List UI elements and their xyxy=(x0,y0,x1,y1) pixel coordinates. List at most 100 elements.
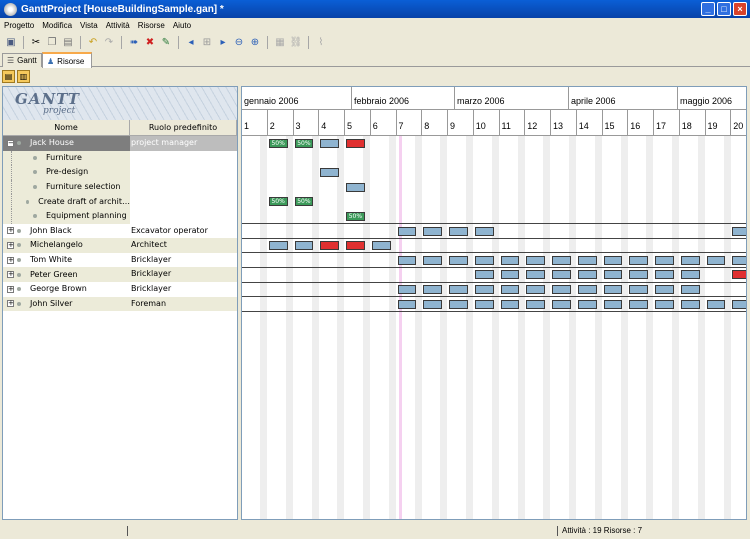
load-bar[interactable] xyxy=(474,285,494,294)
delete-icon[interactable]: ✖ xyxy=(143,35,157,49)
load-bar[interactable] xyxy=(603,285,623,294)
load-bar[interactable] xyxy=(474,299,494,309)
load-bar[interactable] xyxy=(397,299,417,309)
resource-row[interactable]: + John Silver Foreman xyxy=(3,296,237,312)
column-header-role[interactable]: Ruolo predefinito xyxy=(130,120,237,135)
resource-row[interactable]: + Tom White Bricklayer xyxy=(3,253,237,268)
load-bar[interactable] xyxy=(474,226,494,236)
load-bar[interactable] xyxy=(526,299,545,309)
expand-all-icon[interactable]: ▤ xyxy=(2,70,15,83)
resource-row[interactable]: + Peter Green Bricklayer xyxy=(3,267,237,282)
completion-bar[interactable]: 50% xyxy=(268,139,288,148)
load-bar[interactable] xyxy=(577,299,597,309)
print-icon[interactable]: ▦ xyxy=(273,35,287,49)
completion-bar[interactable]: 50% xyxy=(294,139,314,148)
close-button[interactable]: × xyxy=(733,2,747,16)
load-bar[interactable] xyxy=(320,139,339,148)
load-bar[interactable] xyxy=(474,270,494,280)
menu-vista[interactable]: Vista xyxy=(76,21,102,30)
load-bar[interactable] xyxy=(449,285,468,294)
overload-bar[interactable] xyxy=(346,241,365,251)
arrow-right-icon[interactable]: ▸ xyxy=(216,35,230,49)
column-header-name[interactable]: Nome xyxy=(3,120,130,135)
load-bar[interactable] xyxy=(655,255,674,265)
tab-gantt[interactable]: ☰ Gantt xyxy=(2,53,42,67)
load-bar[interactable] xyxy=(655,285,674,294)
link-icon[interactable]: ⛓ xyxy=(289,35,303,49)
load-bar[interactable] xyxy=(629,299,648,309)
load-bar[interactable] xyxy=(629,255,648,265)
completion-bar[interactable]: 50% xyxy=(346,212,365,221)
load-bar[interactable] xyxy=(500,255,520,265)
load-bar[interactable] xyxy=(346,182,365,192)
completion-bar[interactable]: 50% xyxy=(268,197,288,207)
load-bar[interactable] xyxy=(706,299,726,309)
resource-row[interactable]: + George Brown Bricklayer xyxy=(3,282,237,297)
task-row[interactable]: Equipment planning xyxy=(3,208,237,224)
load-bar[interactable] xyxy=(552,270,571,280)
load-bar[interactable] xyxy=(423,255,442,265)
load-bar[interactable] xyxy=(706,255,726,265)
load-bar[interactable] xyxy=(423,299,442,309)
zoom-out-icon[interactable]: ⊖ xyxy=(232,35,246,49)
overload-bar[interactable] xyxy=(320,241,339,251)
expand-icon[interactable]: + xyxy=(7,271,14,279)
load-bar[interactable] xyxy=(423,226,442,236)
overload-bar[interactable] xyxy=(346,139,365,148)
load-bar[interactable] xyxy=(680,255,700,265)
load-bar[interactable] xyxy=(294,241,314,251)
copy-icon[interactable]: ❐ xyxy=(45,35,59,49)
menu-modifica[interactable]: Modifica xyxy=(38,21,76,30)
properties-icon[interactable]: ✎ xyxy=(159,35,173,49)
resource-row[interactable]: + John Black Excavator operator xyxy=(3,224,237,239)
menu-risorse[interactable]: Risorse xyxy=(134,21,169,30)
load-bar[interactable] xyxy=(732,226,746,236)
new-task-icon[interactable]: ➠ xyxy=(127,35,141,49)
save-icon[interactable]: ▣ xyxy=(4,35,18,49)
load-bar[interactable] xyxy=(526,270,545,280)
load-bar[interactable] xyxy=(552,299,571,309)
task-row[interactable]: Create draft of archit… xyxy=(3,194,237,209)
load-bar[interactable] xyxy=(449,299,468,309)
load-bar[interactable] xyxy=(629,270,648,280)
menu-progetto[interactable]: Progetto xyxy=(0,21,38,30)
expand-icon[interactable]: + xyxy=(7,241,14,249)
cut-icon[interactable]: ✂ xyxy=(29,35,43,49)
collapse-icon[interactable]: − xyxy=(7,139,14,147)
load-bar[interactable] xyxy=(680,299,700,309)
load-bar[interactable] xyxy=(629,285,648,294)
load-bar[interactable] xyxy=(655,270,674,280)
load-bar[interactable] xyxy=(680,285,700,294)
expand-icon[interactable]: + xyxy=(7,227,14,235)
load-bar[interactable] xyxy=(552,285,571,294)
unlink-icon[interactable]: ⌇ xyxy=(314,35,328,49)
resource-row[interactable]: − Jack House project manager xyxy=(3,136,237,151)
completion-bar[interactable]: 50% xyxy=(294,197,314,207)
load-bar[interactable] xyxy=(680,270,700,280)
load-bar[interactable] xyxy=(449,226,468,236)
undo-icon[interactable]: ↶ xyxy=(86,35,100,49)
arrow-left-icon[interactable]: ◂ xyxy=(184,35,198,49)
load-bar[interactable] xyxy=(526,255,545,265)
paste-icon[interactable]: ▤ xyxy=(61,35,75,49)
load-bar[interactable] xyxy=(603,299,623,309)
load-bar[interactable] xyxy=(603,270,623,280)
load-bar[interactable] xyxy=(500,270,520,280)
expand-icon[interactable]: + xyxy=(7,300,14,308)
collapse-all-icon[interactable]: ▥ xyxy=(17,70,30,83)
tab-risorse[interactable]: ♟ Risorse xyxy=(42,52,92,68)
zoom-in-icon[interactable]: ⊕ xyxy=(248,35,262,49)
load-bar[interactable] xyxy=(577,255,597,265)
task-row[interactable]: Furniture xyxy=(3,150,237,166)
load-bar[interactable] xyxy=(320,168,339,178)
chart-grid[interactable]: 50% 50% 50% 50% 50% xyxy=(242,136,746,519)
load-bar[interactable] xyxy=(423,285,442,294)
load-bar[interactable] xyxy=(371,241,391,251)
redo-icon[interactable]: ↷ xyxy=(102,35,116,49)
load-bar[interactable] xyxy=(732,299,746,309)
load-bar[interactable] xyxy=(655,299,674,309)
load-bar[interactable] xyxy=(397,226,417,236)
load-bar[interactable] xyxy=(577,285,597,294)
load-bar[interactable] xyxy=(397,285,417,294)
menu-aiuto[interactable]: Aiuto xyxy=(169,21,195,30)
